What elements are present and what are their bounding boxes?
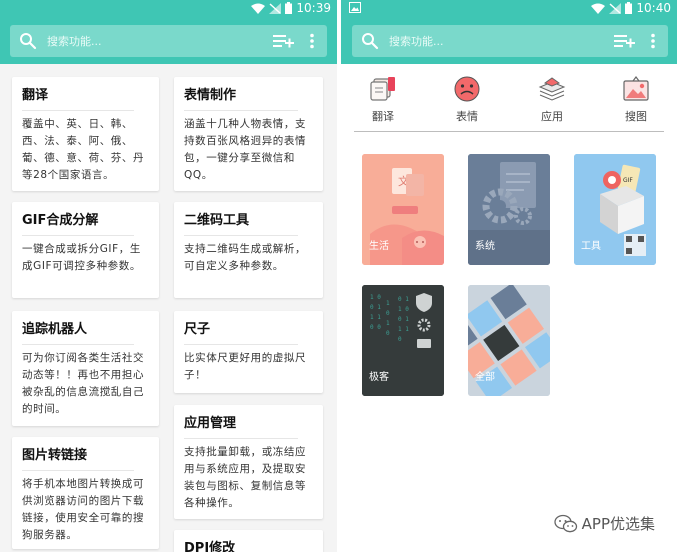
card-description: 涵盖十几种人物表情，支持数百张风格迥异的表情包，一键分享至微信和QQ。 [184,118,307,181]
svg-text:GIF: GIF [623,177,633,184]
signal-icon [609,2,622,14]
card-title: 二维码工具 [184,213,250,228]
feature-card-translate[interactable]: 翻译 覆盖中、英、日、韩、西、法、泰、阿、俄、葡、德、意、荷、芬、丹等28个国家… [12,77,159,191]
card-description: 将手机本地图片转换成可供浏览器访问的图片下载链接，使用安全可靠的搜狗服务器。 [22,478,145,541]
image-notification-icon [349,2,361,13]
translate-icon [370,77,395,101]
card-title: 尺子 [184,322,211,337]
category-label: 翻译 [372,110,394,123]
card-divider [22,344,134,345]
card-divider [184,344,298,345]
card-divider [22,470,134,471]
feature-card-app-manager[interactable]: 应用管理 支持批量卸载，或冻结应用与系统应用，及提取安装包与图标、复制信息等各种… [174,405,323,519]
search-icon [362,33,379,50]
svg-text:0 0: 0 0 [370,324,381,331]
search-bar[interactable]: 搜索功能... [10,25,327,57]
card-title: 追踪机器人 [22,322,88,337]
svg-text:0: 0 [398,336,402,343]
search-bar[interactable]: 搜索功能... [352,25,668,57]
svg-text:0: 0 [386,330,390,337]
svg-text:1: 1 [386,320,390,327]
card-divider [22,110,134,111]
card-divider [184,110,298,111]
category-translate[interactable]: 翻译 [353,76,413,124]
feature-card-emoji-maker[interactable]: 表情制作 涵盖十几种人物表情，支持数百张风格迥异的表情包，一键分享至微信和QQ。 [174,77,323,191]
feature-card-dpi[interactable]: DPI修改 [174,530,323,552]
category-divider [354,131,664,132]
add-to-menu-icon[interactable] [273,33,295,49]
left-phone-screen: 10:39 搜索功能... 翻译 覆盖中、英、日、韩、西、法、泰、阿、俄、葡、德… [0,0,337,552]
add-to-menu-icon[interactable] [614,33,636,49]
tile-label: 生活 [369,241,389,252]
search-placeholder[interactable]: 搜索功能... [389,33,614,49]
feature-card-gif[interactable]: GIF合成分解 一键合成或拆分GIF，生成GIF可调控多种参数。 [12,202,159,298]
wifi-icon [251,3,266,14]
battery-icon [285,2,293,14]
feature-card-tracker-bot[interactable]: 追踪机器人 可为你订阅各类生活社交动态等！！再也不用担心被杂乱的信息流搅乱自己的… [12,311,159,426]
svg-text:1: 1 [386,300,390,307]
emoji-face-icon [454,76,480,102]
feature-card-ruler[interactable]: 尺子 比实体尺更好用的虚拟尺子！ [174,311,323,393]
more-vert-icon[interactable] [650,33,656,49]
tile-all[interactable]: 全部 [468,285,550,396]
svg-text:0 1: 0 1 [398,316,409,323]
tile-label: 系统 [475,241,495,252]
card-description: 支持二维码生成或解析，可自定义多种参数。 [184,243,307,272]
card-title: DPI修改 [184,541,236,552]
screenshot-root: 10:39 搜索功能... 翻译 覆盖中、英、日、韩、西、法、泰、阿、俄、葡、德… [0,0,677,552]
category-apps[interactable]: 应用 [522,76,582,124]
tile-label: 极客 [369,372,389,383]
more-vert-icon[interactable] [309,33,315,49]
card-title: 表情制作 [184,88,237,103]
card-title: 应用管理 [184,416,237,431]
battery-icon [625,2,633,14]
category-label: 搜图 [625,110,647,123]
status-time: 10:40 [636,1,671,15]
status-time: 10:39 [296,1,331,15]
layers-icon [538,77,566,101]
right-phone-screen: 10:40 搜索功能... 翻译 表情 应用 搜图 文 生活 系统 GIF 工具… [341,0,677,552]
status-bar: 10:39 [251,0,331,16]
feature-card-qrcode[interactable]: 二维码工具 支持二维码生成或解析，可自定义多种参数。 [174,202,323,298]
watermark-text: APP优选集 [581,515,655,533]
search-placeholder[interactable]: 搜索功能... [47,33,273,49]
feature-card-image-link[interactable]: 图片转链接 将手机本地图片转换成可供浏览器访问的图片下载链接，使用安全可靠的搜狗… [12,437,159,549]
card-description: 覆盖中、英、日、韩、西、法、泰、阿、俄、葡、德、意、荷、芬、丹等28个国家语言。 [22,118,145,181]
svg-text:0: 0 [386,310,390,317]
svg-text:1 0: 1 0 [370,294,381,301]
card-description: 比实体尺更好用的虚拟尺子！ [184,352,307,381]
tile-life[interactable]: 文 生活 [362,154,444,265]
image-search-icon [623,76,649,101]
tile-label: 全部 [475,372,495,383]
tile-system[interactable]: 系统 [468,154,550,265]
svg-text:0 1: 0 1 [398,296,409,303]
card-description: 支持批量卸载，或冻结应用与系统应用，及提取安装包与图标、复制信息等各种操作。 [184,446,307,509]
card-divider [184,235,298,236]
svg-text:1 0: 1 0 [398,306,409,313]
category-shortcuts: 翻译 表情 应用 搜图 [341,76,677,126]
card-title: GIF合成分解 [22,213,99,228]
svg-text:0 1: 0 1 [370,304,381,311]
wechat-icon [553,514,577,532]
tile-tools[interactable]: GIF 工具 [574,154,656,265]
category-label: 表情 [456,110,478,123]
category-emoji[interactable]: 表情 [437,76,497,124]
search-icon [20,33,37,50]
signal-icon [269,2,282,14]
card-description: 一键合成或拆分GIF，生成GIF可调控多种参数。 [22,243,141,272]
card-divider [184,438,298,439]
svg-text:1 1: 1 1 [370,314,381,321]
tile-geek[interactable]: 1 0 0 1 1 1 0 0 1 0 1 0 0 1 1 0 0 1 1 1 0 极客 [362,285,444,396]
category-image-search[interactable]: 搜图 [606,76,666,124]
card-title: 翻译 [22,88,49,103]
card-title: 图片转链接 [22,448,88,463]
svg-text:1 1: 1 1 [398,326,409,333]
tile-label: 工具 [581,241,601,252]
status-bar: 10:40 [591,0,671,16]
wifi-icon [591,3,606,14]
category-label: 应用 [541,110,563,123]
watermark: APP优选集 [553,513,655,534]
card-divider [22,235,134,236]
card-description: 可为你订阅各类生活社交动态等！！再也不用担心被杂乱的信息流搅乱自己的时间。 [22,352,145,415]
